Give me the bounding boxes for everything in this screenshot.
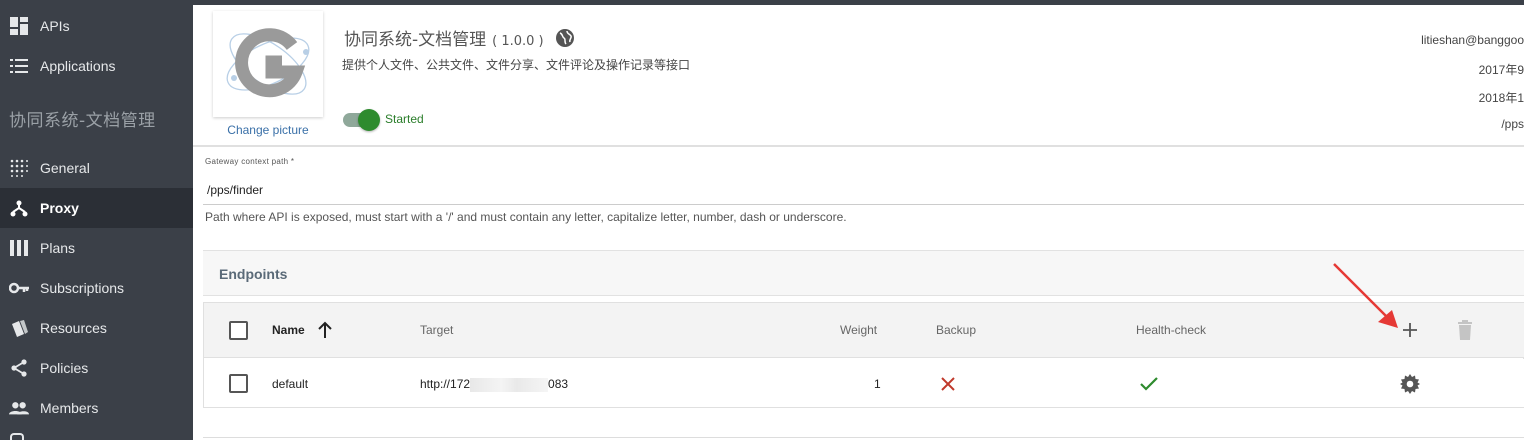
- sidebar-item-label: APIs: [40, 18, 70, 34]
- api-logo[interactable]: [213, 11, 323, 117]
- backup-false-cross-icon: [940, 376, 956, 397]
- column-name[interactable]: Name: [272, 323, 305, 337]
- key-icon: [9, 278, 29, 298]
- grid-dots-icon: [9, 158, 29, 178]
- sidebar: APIs Applications 协同系统-文档管理 General Prox…: [0, 0, 193, 440]
- sort-arrow-up-icon[interactable]: [317, 321, 333, 344]
- partial-nav-icon: [10, 433, 24, 440]
- table-header: Name Target Weight Backup Health-check: [204, 303, 1524, 358]
- columns-icon: [9, 238, 29, 258]
- dashboard-icon: [9, 16, 29, 36]
- column-target: Target: [420, 323, 454, 337]
- context-path-hint: Path where API is exposed, must start wi…: [205, 210, 847, 224]
- context-path-label: Gateway context path *: [205, 157, 295, 166]
- api-created-date: 2017年9: [1478, 63, 1524, 77]
- api-started-toggle[interactable]: [343, 109, 380, 131]
- share-icon: [9, 358, 29, 378]
- api-name: 协同系统-文档管理 ( 1.0.0 ): [344, 25, 575, 53]
- sidebar-item-label: Applications: [40, 58, 116, 74]
- sidebar-item-label: Policies: [40, 360, 89, 376]
- api-context: /pps: [1501, 117, 1524, 131]
- column-health-check: Health-check: [1136, 323, 1207, 337]
- globe-icon[interactable]: [555, 28, 575, 53]
- change-picture-link[interactable]: Change picture: [213, 123, 323, 137]
- api-description: 提供个人文件、公共文件、文件分享、文件评论及操作记录等接口: [342, 58, 691, 72]
- context-path-input[interactable]: /pps/finder: [207, 183, 263, 197]
- sidebar-item-applications[interactable]: Applications: [0, 46, 193, 86]
- endpoint-name: default: [272, 377, 309, 391]
- resources-icon: [9, 318, 29, 338]
- proxy-fork-icon: [9, 198, 29, 218]
- people-icon: [9, 398, 29, 418]
- settings-gear-icon[interactable]: [1400, 374, 1420, 399]
- sidebar-item-general[interactable]: General: [0, 148, 193, 188]
- endpoints-table: Name Target Weight Backup Health-check d…: [203, 302, 1524, 408]
- sidebar-item-label: Subscriptions: [40, 280, 125, 296]
- toggle-knob: [358, 109, 380, 131]
- column-backup: Backup: [936, 323, 977, 337]
- api-updated-date: 2018年1: [1478, 91, 1524, 105]
- sidebar-item-label: Plans: [40, 240, 76, 256]
- api-title: 协同系统-文档管理: [9, 111, 156, 131]
- sidebar-item-apis[interactable]: APIs: [0, 6, 193, 46]
- endpoint-target-prefix: http://172: [420, 377, 471, 391]
- context-path-underline: [203, 204, 1524, 205]
- sidebar-item-proxy[interactable]: Proxy: [0, 188, 193, 228]
- endpoints-title: Endpoints: [219, 266, 288, 282]
- main-content: Change picture 协同系统-文档管理 ( 1.0.0 ) 提供个人文件…: [193, 5, 1524, 440]
- sidebar-item-subscriptions[interactable]: Subscriptions: [0, 268, 193, 308]
- table-row[interactable]: default http://172 083 1: [204, 359, 1524, 407]
- api-version: ( 1.0.0 ): [492, 34, 544, 49]
- endpoints-header: Endpoints: [203, 250, 1524, 296]
- header-divider: [193, 145, 1524, 147]
- redacted-region: [470, 377, 549, 392]
- sidebar-item-resources[interactable]: Resources: [0, 308, 193, 348]
- health-check-true-check-icon: [1139, 376, 1159, 397]
- api-name-text: 协同系统-文档管理: [344, 30, 487, 50]
- sidebar-item-plans[interactable]: Plans: [0, 228, 193, 268]
- sidebar-item-members[interactable]: Members: [0, 388, 193, 428]
- endpoint-target-suffix: 083: [548, 377, 569, 391]
- annotation-arrow-icon: [1333, 263, 1398, 328]
- endpoint-target: http://172 083: [420, 377, 568, 392]
- delete-trash-icon[interactable]: [1457, 320, 1473, 345]
- list-icon: [9, 56, 29, 76]
- sidebar-item-label: General: [40, 160, 90, 176]
- endpoint-weight: 1: [874, 377, 881, 391]
- api-owner: litieshan@banggoo: [1421, 33, 1524, 47]
- row-checkbox[interactable]: [229, 374, 248, 393]
- sidebar-item-policies[interactable]: Policies: [0, 348, 193, 388]
- sidebar-item-label: Members: [40, 400, 99, 416]
- api-logo-image: [226, 28, 310, 98]
- api-status: Started: [385, 112, 424, 126]
- select-all-checkbox[interactable]: [229, 321, 248, 340]
- bottom-divider: [203, 437, 1524, 438]
- column-weight: Weight: [840, 323, 878, 337]
- sidebar-item-label: Proxy: [40, 200, 79, 216]
- sidebar-item-label: Resources: [40, 320, 107, 336]
